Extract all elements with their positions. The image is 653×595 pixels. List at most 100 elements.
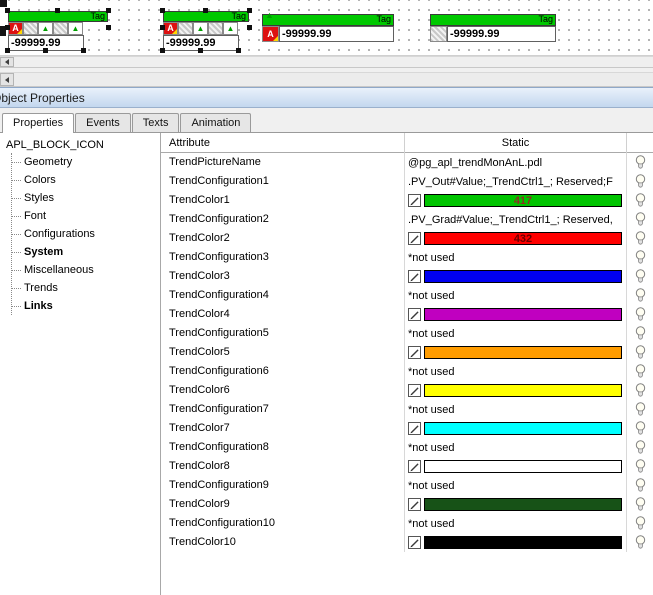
color-picker-icon[interactable] xyxy=(408,460,421,473)
dynamics-bulb-icon[interactable] xyxy=(635,459,646,474)
attribute-value[interactable]: *not used xyxy=(408,366,454,378)
attribute-value[interactable]: *not used xyxy=(408,290,454,302)
apl-widget[interactable]: ▲ Tag A -99999.99 xyxy=(262,14,394,42)
attribute-name[interactable]: TrendColor9 xyxy=(161,495,405,514)
selection-handle[interactable] xyxy=(55,8,60,13)
tree-item-geometry[interactable]: Geometry xyxy=(12,153,160,171)
color-swatch[interactable] xyxy=(424,384,622,397)
color-swatch[interactable] xyxy=(424,536,622,549)
apl-widget[interactable]: Tag -99999.99 xyxy=(430,14,556,42)
canvas-horizontal-scrollbar[interactable] xyxy=(0,56,653,68)
color-picker-icon[interactable] xyxy=(408,498,421,511)
dynamics-bulb-icon[interactable] xyxy=(635,516,646,531)
tree-root-apl-block-icon[interactable]: APL_BLOCK_ICON xyxy=(4,138,160,153)
color-swatch[interactable] xyxy=(424,346,622,359)
attribute-value[interactable]: .PV_Out#Value;_TrendCtrl1_; Reserved;F xyxy=(408,176,613,188)
attribute-name[interactable]: TrendConfiguration10 xyxy=(161,514,405,533)
scroll-left-button[interactable] xyxy=(0,73,14,86)
selection-handle[interactable] xyxy=(5,8,10,13)
color-picker-icon[interactable] xyxy=(408,422,421,435)
scroll-left-button[interactable] xyxy=(0,57,14,67)
selection-handle[interactable] xyxy=(106,25,111,30)
tree-item-trends[interactable]: Trends xyxy=(12,279,160,297)
attribute-value[interactable]: *not used xyxy=(408,252,454,264)
attribute-name[interactable]: TrendColor10 xyxy=(161,533,405,552)
selection-handle[interactable] xyxy=(247,8,252,13)
attribute-value[interactable]: *not used xyxy=(408,518,454,530)
color-swatch[interactable] xyxy=(424,308,622,321)
color-swatch[interactable] xyxy=(424,422,622,435)
selection-handle[interactable] xyxy=(81,48,86,53)
selection-handle[interactable] xyxy=(5,25,10,30)
selection-handle[interactable] xyxy=(0,0,7,7)
attribute-name[interactable]: TrendConfiguration8 xyxy=(161,438,405,457)
dynamics-bulb-icon[interactable] xyxy=(635,288,646,303)
color-picker-icon[interactable] xyxy=(408,194,421,207)
dynamics-bulb-icon[interactable] xyxy=(635,193,646,208)
attribute-name[interactable]: TrendPictureName xyxy=(161,153,405,172)
color-swatch[interactable] xyxy=(424,498,622,511)
dynamics-bulb-icon[interactable] xyxy=(635,364,646,379)
tree-item-system[interactable]: System xyxy=(12,243,160,261)
dynamics-bulb-icon[interactable] xyxy=(635,269,646,284)
dynamics-bulb-icon[interactable] xyxy=(635,421,646,436)
object-properties-titlebar[interactable]: Object Properties xyxy=(0,87,653,108)
color-picker-icon[interactable] xyxy=(408,308,421,321)
color-swatch[interactable]: 432 xyxy=(424,232,622,245)
selection-handle[interactable] xyxy=(106,8,111,13)
tree-item-miscellaneous[interactable]: Miscellaneous xyxy=(12,261,160,279)
attribute-name[interactable]: TrendConfiguration7 xyxy=(161,400,405,419)
attribute-name[interactable]: TrendConfiguration4 xyxy=(161,286,405,305)
selection-handle[interactable] xyxy=(247,25,252,30)
attribute-name[interactable]: TrendConfiguration2 xyxy=(161,210,405,229)
attribute-name[interactable]: TrendColor4 xyxy=(161,305,405,324)
attribute-value[interactable]: *not used xyxy=(408,480,454,492)
selection-handle[interactable] xyxy=(160,48,165,53)
attribute-name[interactable]: TrendColor8 xyxy=(161,457,405,476)
dynamics-bulb-icon[interactable] xyxy=(635,307,646,322)
attribute-name[interactable]: TrendColor1 xyxy=(161,191,405,210)
selection-handle[interactable] xyxy=(5,48,10,53)
tab-texts[interactable]: Texts xyxy=(132,113,180,132)
selection-handle[interactable] xyxy=(160,25,165,30)
dynamics-bulb-icon[interactable] xyxy=(635,478,646,493)
tab-animation[interactable]: Animation xyxy=(180,113,251,132)
dynamics-bulb-icon[interactable] xyxy=(635,383,646,398)
attribute-name[interactable]: TrendColor7 xyxy=(161,419,405,438)
color-picker-icon[interactable] xyxy=(408,346,421,359)
color-picker-icon[interactable] xyxy=(408,384,421,397)
attribute-name[interactable]: TrendConfiguration5 xyxy=(161,324,405,343)
dynamics-bulb-icon[interactable] xyxy=(635,231,646,246)
apl-widget[interactable]: Tag A ▲ ▲ -99999.99 xyxy=(163,11,249,51)
color-swatch[interactable] xyxy=(424,460,622,473)
dynamics-bulb-icon[interactable] xyxy=(635,497,646,512)
attribute-name[interactable]: TrendConfiguration9 xyxy=(161,476,405,495)
attribute-name[interactable]: TrendConfiguration1 xyxy=(161,172,405,191)
tree-item-links[interactable]: Links xyxy=(12,297,160,315)
color-picker-icon[interactable] xyxy=(408,270,421,283)
attribute-name[interactable]: TrendConfiguration6 xyxy=(161,362,405,381)
attribute-name[interactable]: TrendColor5 xyxy=(161,343,405,362)
selection-handle[interactable] xyxy=(236,48,241,53)
dynamics-bulb-icon[interactable] xyxy=(635,155,646,170)
selection-handle[interactable] xyxy=(43,48,48,53)
tree-item-styles[interactable]: Styles xyxy=(12,189,160,207)
design-canvas[interactable]: Tag A ▲ ▲ -99999.99 Tag A ▲ ▲ -99999. xyxy=(0,0,653,56)
dynamics-bulb-icon[interactable] xyxy=(635,345,646,360)
attribute-value[interactable]: *not used xyxy=(408,328,454,340)
window-horizontal-scrollbar[interactable] xyxy=(0,72,653,87)
dynamics-bulb-icon[interactable] xyxy=(635,326,646,341)
color-swatch[interactable] xyxy=(424,270,622,283)
attribute-value[interactable]: .PV_Grad#Value;_TrendCtrl1_; Reserved, xyxy=(408,214,613,226)
attribute-name[interactable]: TrendColor2 xyxy=(161,229,405,248)
dynamics-bulb-icon[interactable] xyxy=(635,250,646,265)
tree-item-colors[interactable]: Colors xyxy=(12,171,160,189)
color-swatch[interactable]: 417 xyxy=(424,194,622,207)
dynamics-bulb-icon[interactable] xyxy=(635,535,646,550)
dynamics-bulb-icon[interactable] xyxy=(635,402,646,417)
attribute-value[interactable]: @pg_apl_trendMonAnL.pdl xyxy=(408,157,542,169)
dynamics-bulb-icon[interactable] xyxy=(635,440,646,455)
attribute-value[interactable]: *not used xyxy=(408,442,454,454)
dynamics-bulb-icon[interactable] xyxy=(635,174,646,189)
attribute-value[interactable]: *not used xyxy=(408,404,454,416)
